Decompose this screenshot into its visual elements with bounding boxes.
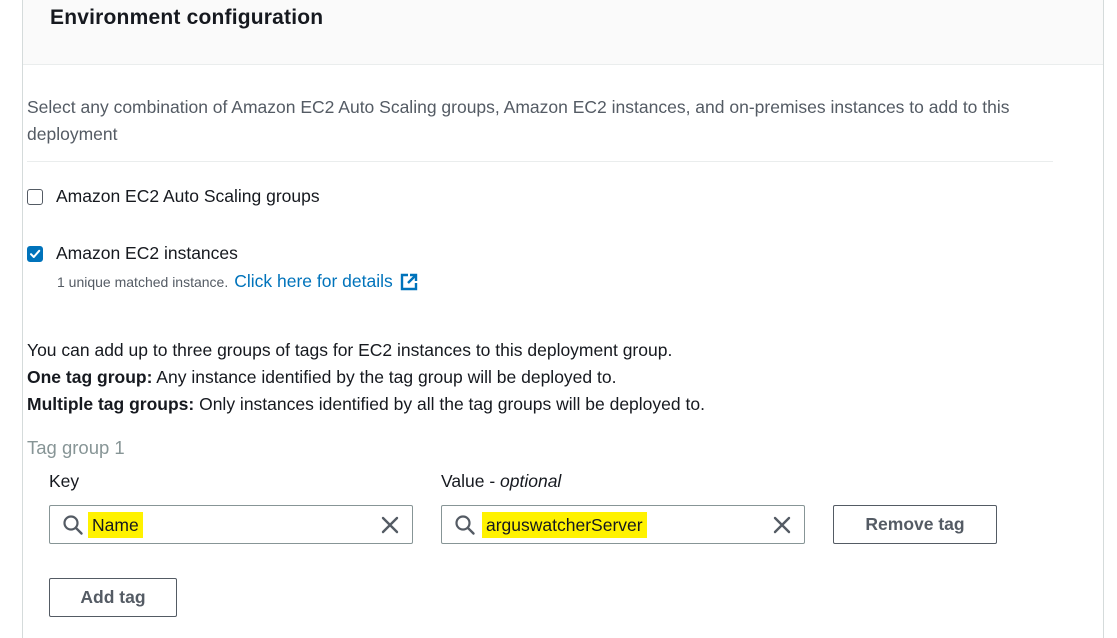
- panel-header: Environment configuration: [23, 0, 1103, 65]
- key-input-value[interactable]: Name: [88, 512, 143, 538]
- search-icon: [455, 515, 475, 535]
- multi-group-text: Only instances identified by all the tag…: [194, 394, 705, 414]
- matched-instance-note: 1 unique matched instance. Click here fo…: [57, 271, 419, 292]
- checkmark-icon: [30, 249, 41, 258]
- one-group-text: Any instance identified by the tag group…: [152, 367, 617, 387]
- tag-info-one-group: One tag group: Any instance identified b…: [27, 364, 705, 391]
- value-label: Value - optional: [441, 471, 561, 492]
- value-input-value[interactable]: arguswatcherServer: [482, 512, 647, 538]
- key-label: Key: [49, 471, 80, 491]
- ec2-instances-option[interactable]: Amazon EC2 instances: [27, 243, 238, 264]
- clear-icon[interactable]: [380, 515, 400, 535]
- divider: [27, 161, 1053, 162]
- value-input[interactable]: arguswatcherServer: [441, 505, 805, 544]
- tag-info: You can add up to three groups of tags f…: [27, 337, 705, 418]
- search-icon: [63, 515, 83, 535]
- auto-scaling-label: Amazon EC2 Auto Scaling groups: [56, 186, 320, 206]
- matched-instance-text: 1 unique matched instance.: [57, 273, 229, 290]
- external-link-icon[interactable]: [399, 272, 419, 292]
- tag-info-line1: You can add up to three groups of tags f…: [27, 340, 673, 360]
- remove-tag-button[interactable]: Remove tag: [833, 505, 997, 544]
- section-description: Select any combination of Amazon EC2 Aut…: [27, 97, 1010, 144]
- add-tag-button[interactable]: Add tag: [49, 578, 177, 617]
- clear-icon[interactable]: [772, 515, 792, 535]
- auto-scaling-option[interactable]: Amazon EC2 Auto Scaling groups: [27, 186, 320, 207]
- multi-group-label: Multiple tag groups:: [27, 394, 195, 414]
- panel-title: Environment configuration: [50, 6, 324, 29]
- tag-group-title: Tag group 1: [27, 437, 125, 458]
- key-input[interactable]: Name: [49, 505, 413, 544]
- ec2-instances-label: Amazon EC2 instances: [56, 243, 238, 263]
- value-label-text: Value -: [441, 471, 501, 491]
- ec2-instances-checkbox[interactable]: [27, 245, 43, 262]
- details-link[interactable]: Click here for details: [234, 271, 393, 292]
- value-optional-text: optional: [500, 471, 562, 491]
- tag-info-multi-group: Multiple tag groups: Only instances iden…: [27, 391, 705, 418]
- one-group-label: One tag group:: [27, 367, 153, 387]
- auto-scaling-checkbox[interactable]: [27, 188, 43, 205]
